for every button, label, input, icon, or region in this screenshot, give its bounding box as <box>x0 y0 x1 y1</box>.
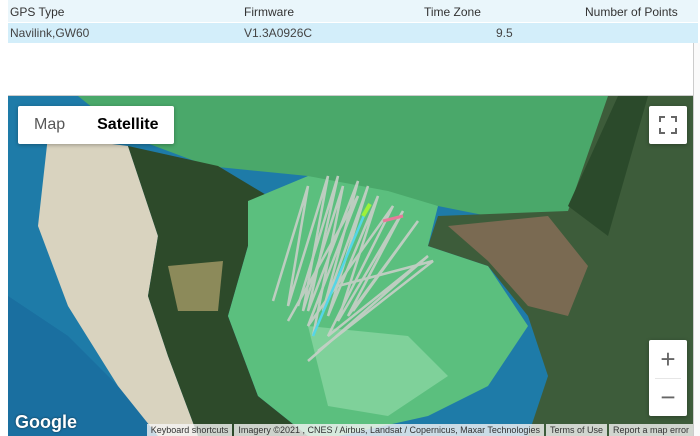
table-header-row: GPS Type Firmware Time Zone Number of Po… <box>8 0 698 22</box>
map-type-satellite-button[interactable]: Satellite <box>81 106 174 144</box>
header-firmware: Firmware <box>244 5 294 19</box>
map-type-map-button[interactable]: Map <box>18 106 81 144</box>
map-view[interactable]: Map Satellite + − Google Keyboard shortc… <box>8 96 693 436</box>
terms-link[interactable]: Terms of Use <box>545 424 607 436</box>
header-time-zone: Time Zone <box>424 5 481 19</box>
report-error-link[interactable]: Report a map error <box>608 424 693 436</box>
table-row[interactable]: Navilink,GW60 V1.3A0926C 9.5 <box>8 23 698 43</box>
keyboard-shortcuts-link[interactable]: Keyboard shortcuts <box>146 424 233 436</box>
google-logo: Google <box>15 412 77 432</box>
fullscreen-button[interactable] <box>649 106 687 144</box>
zoom-out-button[interactable]: − <box>649 378 687 416</box>
map-type-control: Map Satellite <box>18 106 175 144</box>
header-gps-type: GPS Type <box>10 5 65 19</box>
zoom-control: + − <box>649 340 687 416</box>
scrollbar[interactable] <box>693 43 700 436</box>
fullscreen-icon <box>659 116 677 134</box>
zoom-divider <box>655 378 681 379</box>
cell-firmware: V1.3A0926C <box>244 26 313 40</box>
zoom-in-button[interactable]: + <box>649 340 687 378</box>
header-number-of-points: Number of Points <box>585 5 678 19</box>
cell-time-zone: 9.5 <box>496 26 513 40</box>
imagery-attribution: Imagery ©2021 , CNES / Airbus, Landsat /… <box>234 424 544 436</box>
blank-area <box>8 43 698 96</box>
cell-gps-type: Navilink,GW60 <box>10 26 90 40</box>
satellite-imagery <box>8 96 693 436</box>
attribution-bar: Keyboard shortcuts Imagery ©2021 , CNES … <box>145 424 693 436</box>
